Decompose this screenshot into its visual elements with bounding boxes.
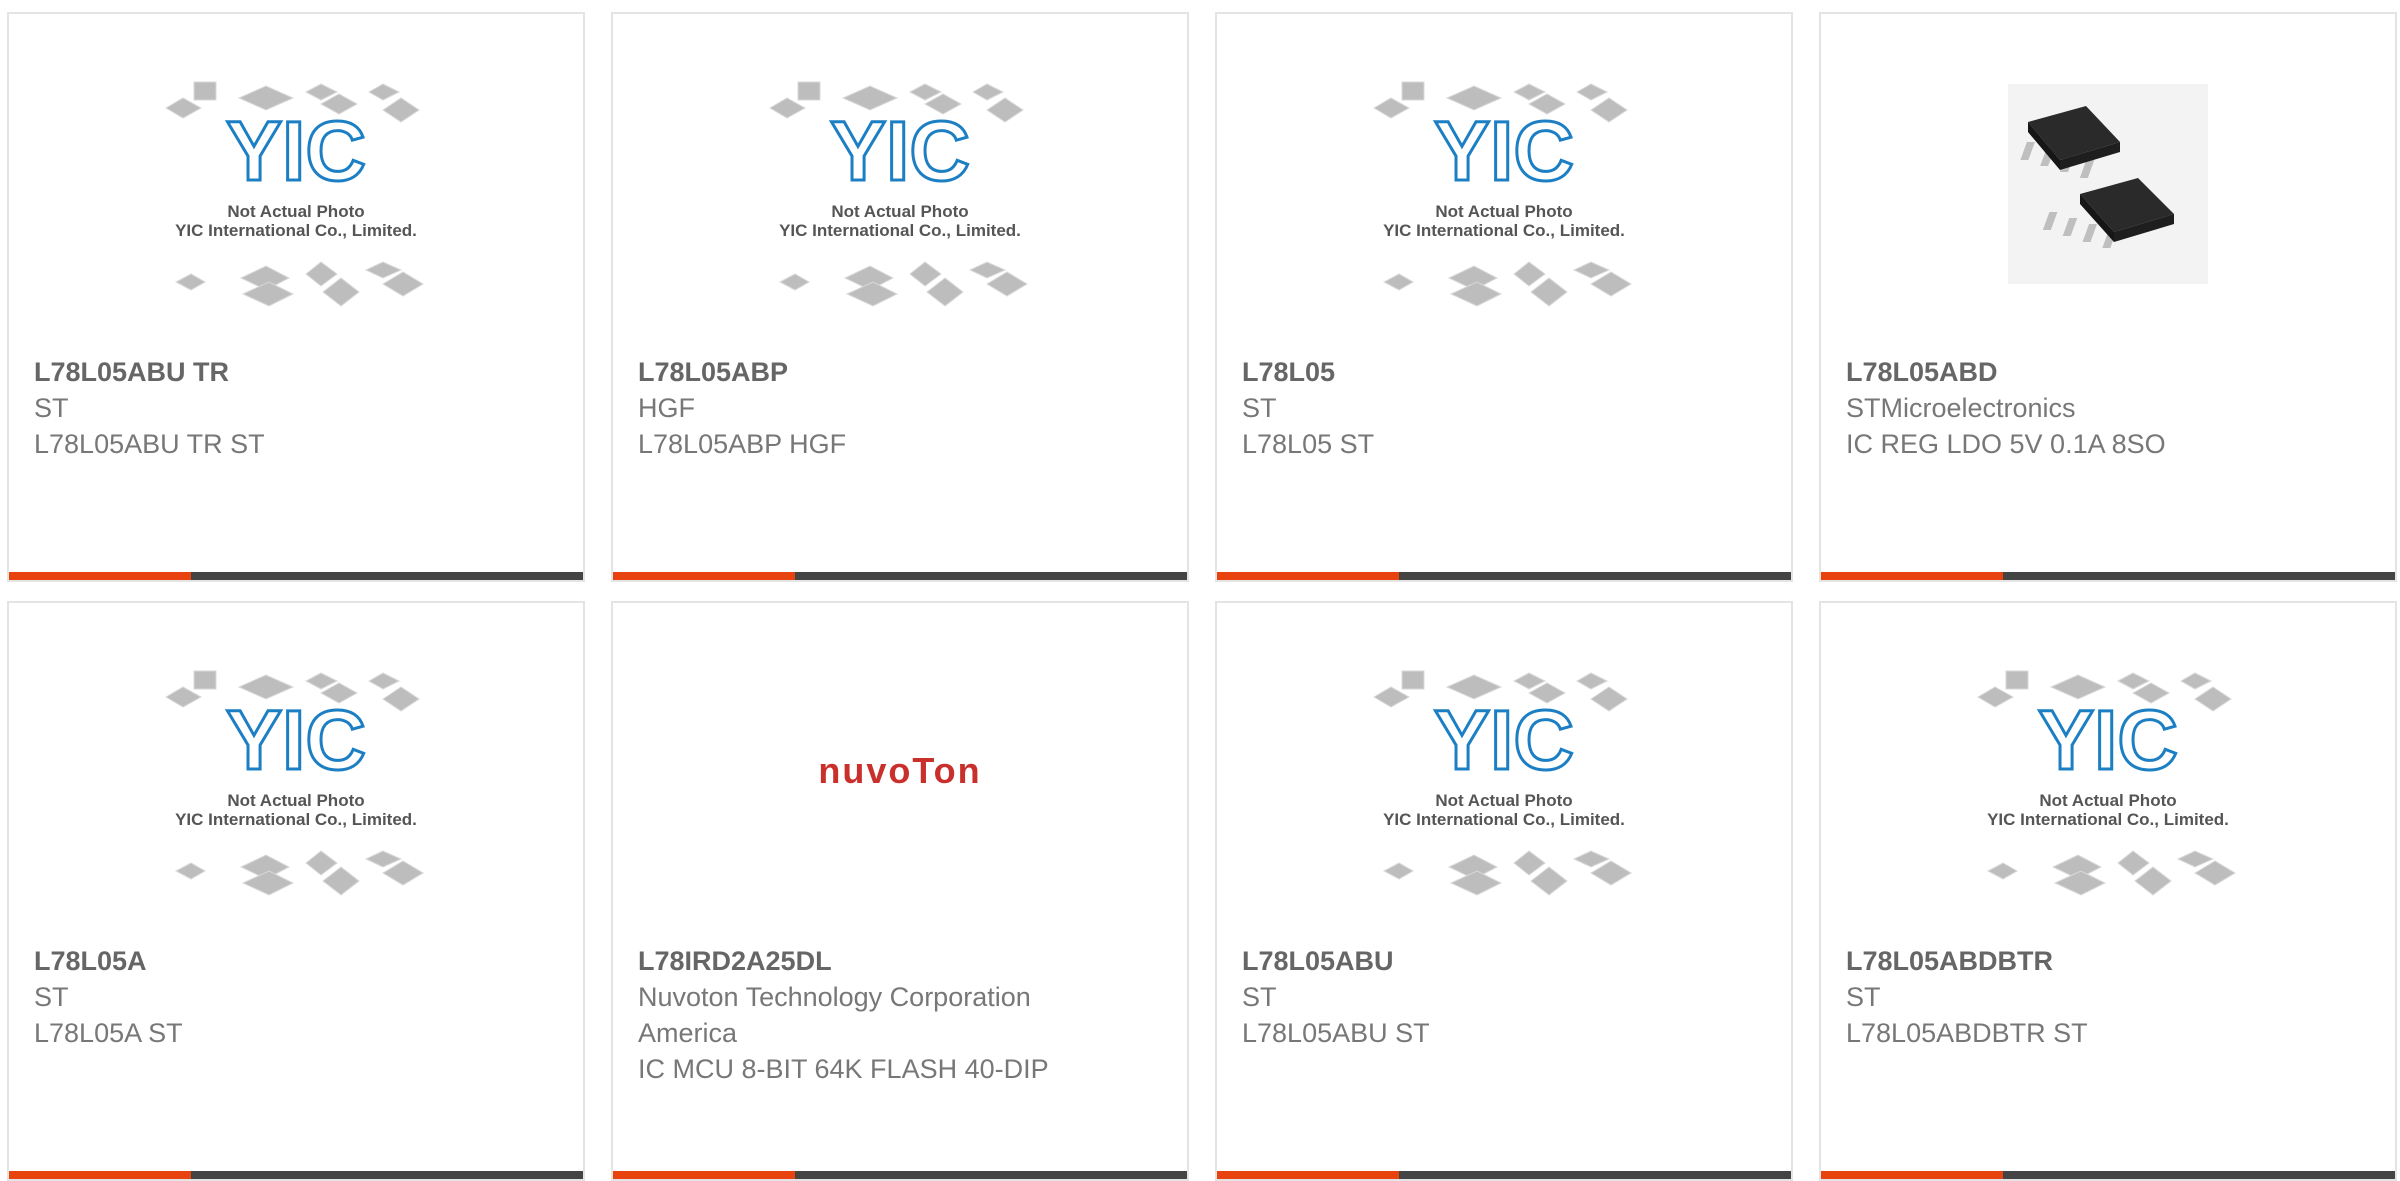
description: L78L05ABU ST — [1242, 1018, 1430, 1048]
product-info: L78L05ABU TR ST L78L05ABU TR ST — [34, 354, 474, 462]
product-card[interactable]: nuvoTon L78IRD2A25DL Nuvoton Technology … — [611, 601, 1189, 1181]
product-card[interactable]: YIC Not Actual Photo YIC International C… — [7, 12, 585, 582]
svg-text:Not Actual Photo: Not Actual Photo — [831, 202, 968, 221]
card-bottom-bar — [613, 572, 1187, 580]
description: L78L05 ST — [1242, 429, 1375, 459]
description: IC REG LDO 5V 0.1A 8SO — [1846, 429, 2166, 459]
product-card[interactable]: YIC Not Actual Photo YIC International C… — [1819, 601, 2397, 1181]
manufacturer: ST — [34, 982, 69, 1012]
not-actual-photo-icon: YIC Not Actual Photo YIC International C… — [1977, 670, 2236, 896]
placeholder-image[interactable]: YIC Not Actual Photo YIC International C… — [1217, 74, 1791, 358]
product-info: L78L05ABD STMicroelectronics IC REG LDO … — [1846, 354, 2286, 462]
svg-text:YIC International Co., Limited: YIC International Co., Limited. — [175, 810, 417, 829]
svg-text:Not Actual Photo: Not Actual Photo — [1435, 791, 1572, 810]
product-info: L78L05ABDBTR ST L78L05ABDBTR ST — [1846, 943, 2286, 1051]
not-actual-photo-icon: YIC Not Actual Photo YIC International C… — [769, 81, 1028, 307]
card-accent-bar — [1217, 1171, 1399, 1179]
svg-text:Not Actual Photo: Not Actual Photo — [227, 791, 364, 810]
card-bottom-bar — [9, 572, 583, 580]
part-number-link[interactable]: L78L05ABDBTR — [1846, 943, 2286, 979]
card-accent-bar — [1821, 1171, 2003, 1179]
placeholder-image[interactable]: YIC Not Actual Photo YIC International C… — [9, 74, 583, 358]
svg-text:YIC International Co., Limited: YIC International Co., Limited. — [1987, 810, 2229, 829]
manufacturer: ST — [1242, 982, 1277, 1012]
part-number-link[interactable]: L78L05ABU — [1242, 943, 1682, 979]
not-actual-photo-icon: YIC Not Actual Photo YIC International C… — [1373, 81, 1632, 307]
card-bottom-bar — [9, 1171, 583, 1179]
part-number-link[interactable]: L78L05ABP — [638, 354, 1078, 390]
card-accent-bar — [613, 572, 795, 580]
placeholder-image[interactable]: YIC Not Actual Photo YIC International C… — [1821, 663, 2395, 947]
product-card[interactable]: YIC Not Actual Photo YIC International C… — [611, 12, 1189, 582]
svg-text:Not Actual Photo: Not Actual Photo — [1435, 202, 1572, 221]
placeholder-image[interactable]: YIC Not Actual Photo YIC International C… — [9, 663, 583, 947]
card-accent-bar — [9, 1171, 191, 1179]
svg-text:YIC International Co., Limited: YIC International Co., Limited. — [1383, 221, 1625, 240]
product-card[interactable]: YIC Not Actual Photo YIC International C… — [1215, 12, 1793, 582]
card-bottom-bar — [1217, 572, 1791, 580]
manufacturer: ST — [1242, 393, 1277, 423]
description: IC MCU 8-BIT 64K FLASH 40-DIP — [638, 1054, 1049, 1084]
card-accent-bar — [9, 572, 191, 580]
card-bottom-bar — [1821, 572, 2395, 580]
description: L78L05ABU TR ST — [34, 429, 265, 459]
manufacturer: STMicroelectronics — [1846, 393, 2076, 423]
svg-text:YIC: YIC — [226, 693, 366, 787]
part-number-link[interactable]: L78L05ABU TR — [34, 354, 474, 390]
part-number-link[interactable]: L78L05 — [1242, 354, 1682, 390]
part-number-link[interactable]: L78L05A — [34, 943, 474, 979]
manufacturer: ST — [1846, 982, 1881, 1012]
svg-text:YIC: YIC — [2038, 693, 2178, 787]
product-photo[interactable] — [1821, 84, 2395, 368]
product-info: L78IRD2A25DL Nuvoton Technology Corporat… — [638, 943, 1078, 1087]
svg-text:YIC: YIC — [1434, 104, 1574, 198]
not-actual-photo-icon: YIC Not Actual Photo YIC International C… — [165, 81, 424, 307]
product-card[interactable]: YIC Not Actual Photo YIC International C… — [7, 601, 585, 1181]
placeholder-image[interactable]: YIC Not Actual Photo YIC International C… — [1217, 663, 1791, 947]
svg-text:Not Actual Photo: Not Actual Photo — [2039, 791, 2176, 810]
svg-text:nuvoTon: nuvoTon — [818, 750, 981, 791]
product-info: L78L05 ST L78L05 ST — [1242, 354, 1682, 462]
svg-text:YIC International Co., Limited: YIC International Co., Limited. — [175, 221, 417, 240]
card-accent-bar — [1821, 572, 2003, 580]
description: L78L05ABP HGF — [638, 429, 847, 459]
product-card[interactable]: L78L05ABD STMicroelectronics IC REG LDO … — [1819, 12, 2397, 582]
product-grid: YIC Not Actual Photo YIC International C… — [0, 0, 2400, 1181]
card-bottom-bar — [1821, 1171, 2395, 1179]
description: L78L05A ST — [34, 1018, 183, 1048]
manufacturer: ST — [34, 393, 69, 423]
manufacturer: HGF — [638, 393, 695, 423]
product-info: L78L05A ST L78L05A ST — [34, 943, 474, 1051]
product-card[interactable]: YIC Not Actual Photo YIC International C… — [1215, 601, 1793, 1181]
not-actual-photo-icon: YIC Not Actual Photo YIC International C… — [1373, 670, 1632, 896]
product-info: L78L05ABP HGF L78L05ABP HGF — [638, 354, 1078, 462]
svg-text:YIC: YIC — [830, 104, 970, 198]
manufacturer: Nuvoton Technology Corporation America — [638, 982, 1031, 1048]
description: L78L05ABDBTR ST — [1846, 1018, 2088, 1048]
svg-text:YIC International Co., Limited: YIC International Co., Limited. — [779, 221, 1021, 240]
card-bottom-bar — [1217, 1171, 1791, 1179]
card-bottom-bar — [613, 1171, 1187, 1179]
part-number-link[interactable]: L78L05ABD — [1846, 354, 2286, 390]
svg-text:YIC: YIC — [1434, 693, 1574, 787]
so8-chip-icon — [2008, 84, 2208, 284]
product-info: L78L05ABU ST L78L05ABU ST — [1242, 943, 1682, 1051]
card-accent-bar — [1217, 572, 1399, 580]
placeholder-image[interactable]: YIC Not Actual Photo YIC International C… — [613, 74, 1187, 358]
card-accent-bar — [613, 1171, 795, 1179]
not-actual-photo-icon: YIC Not Actual Photo YIC International C… — [165, 670, 424, 896]
part-number-link[interactable]: L78IRD2A25DL — [638, 943, 1078, 979]
svg-text:YIC: YIC — [226, 104, 366, 198]
svg-text:YIC International Co., Limited: YIC International Co., Limited. — [1383, 810, 1625, 829]
svg-text:Not Actual Photo: Not Actual Photo — [227, 202, 364, 221]
nuvoton-logo-icon: nuvoTon — [818, 750, 981, 791]
